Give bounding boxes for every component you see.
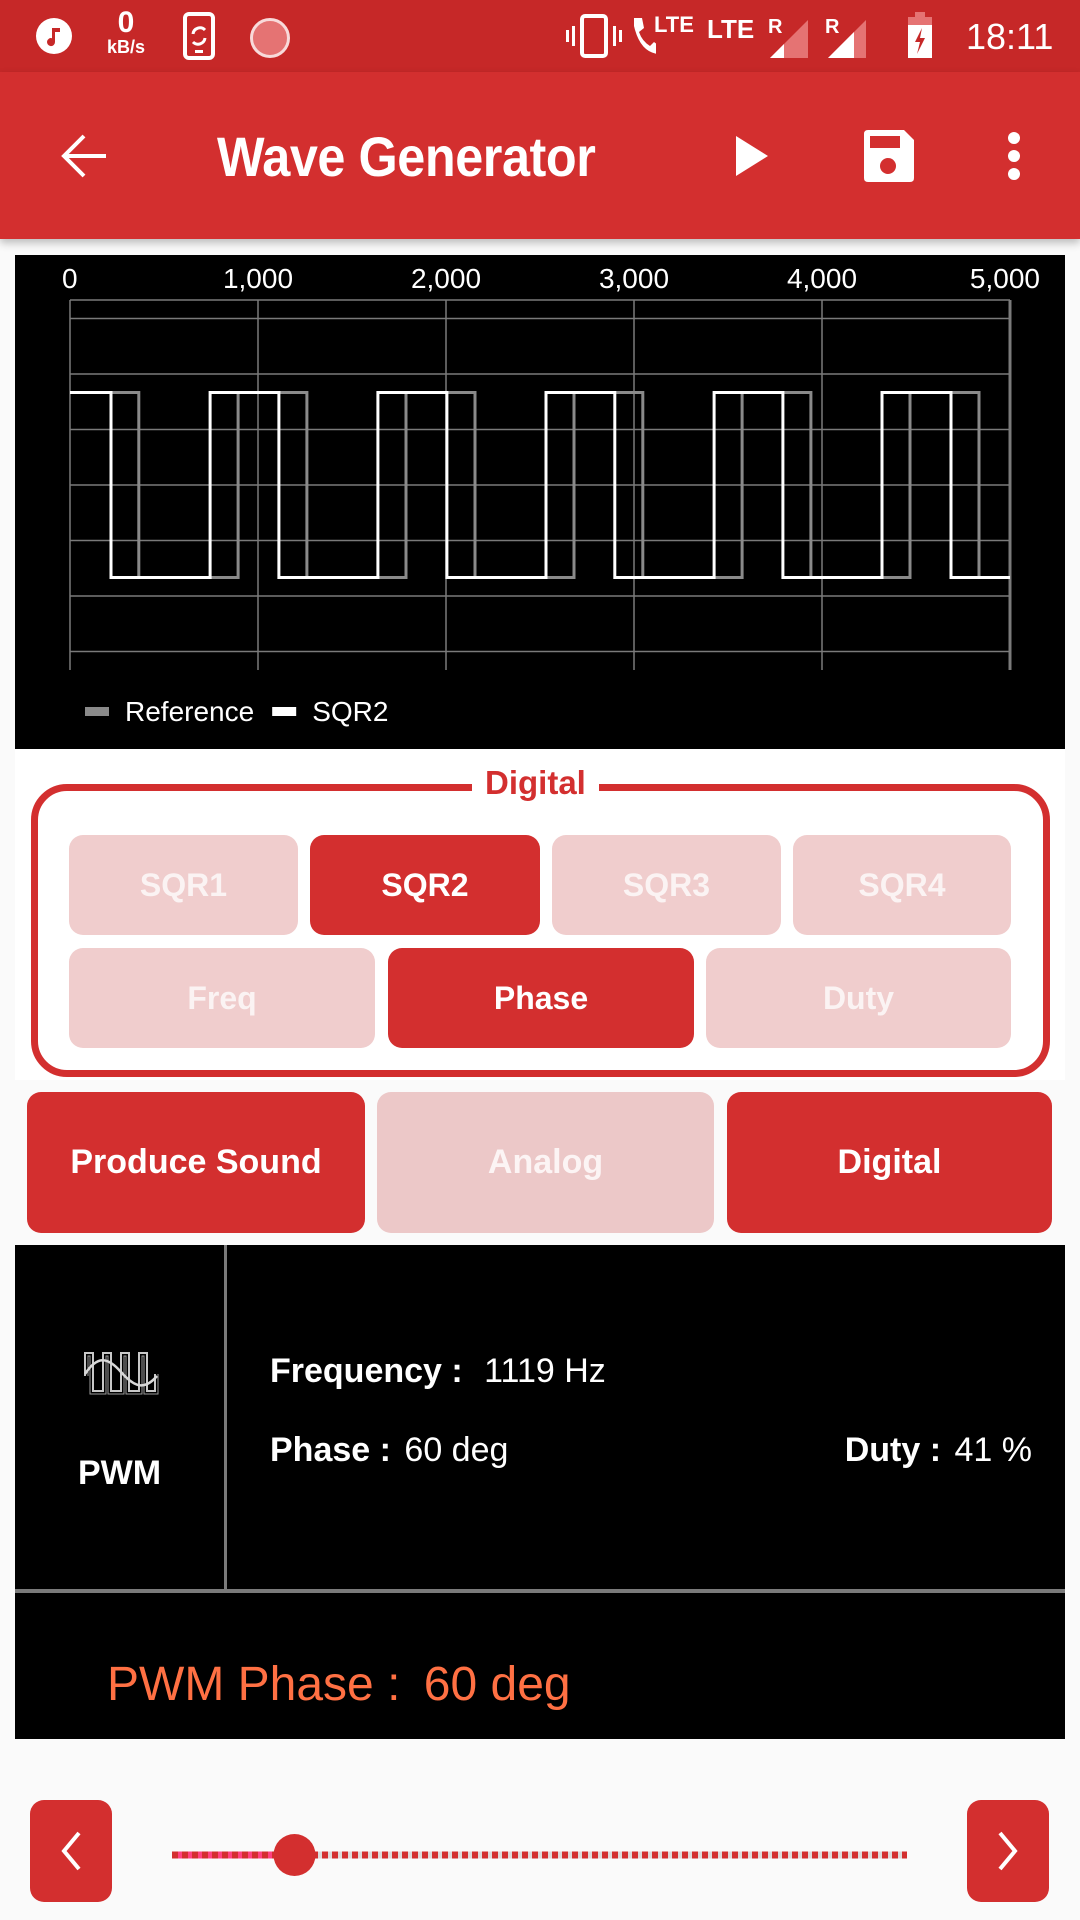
divider	[15, 1589, 1065, 1593]
x-tick-labels: 0 1,000 2,000 3,000 4,000 5,000	[62, 263, 1040, 294]
mode-button-label: Analog	[487, 1143, 604, 1181]
data-speed: 0 kB/s	[104, 6, 148, 57]
arrow-left-icon	[61, 134, 106, 178]
lte-label-1: LTE	[654, 12, 694, 37]
wave-type-label: PWM	[77, 1454, 162, 1492]
channel-button-sqr4[interactable]: SQR4	[793, 835, 1011, 935]
phase-label: Phase :	[270, 1431, 391, 1469]
property-button-freq[interactable]: Freq	[69, 948, 375, 1048]
decrement-button[interactable]	[30, 1800, 112, 1902]
more-options-button[interactable]	[990, 124, 1038, 188]
x-tick-label: 3,000	[599, 263, 669, 294]
digital-panel: Digital SQR1 SQR2 SQR3 SQR4 Freq Phase D…	[15, 749, 1065, 1080]
net-speed-value: 0	[117, 6, 135, 39]
frequency-value: 1119 Hz	[484, 1352, 606, 1390]
waveform-chart-svg: 0 1,000 2,000 3,000 4,000 5,000 Reference SQR2	[62, 263, 1040, 727]
mode-button-label: Produce Sound	[70, 1143, 322, 1181]
wave-info-panel: PWM Frequency : 1119 Hz Phase : 60 deg D…	[15, 1245, 1065, 1739]
lte-label-2: LTE	[707, 14, 755, 44]
chevron-left-icon	[61, 1831, 81, 1871]
phone-sync-icon	[182, 12, 218, 65]
play-button[interactable]	[720, 124, 784, 188]
more-vert-icon	[1008, 132, 1020, 180]
chart-legend: Reference SQR2	[85, 696, 388, 727]
channel-button-label: SQR1	[139, 866, 228, 903]
x-tick-label: 0	[62, 263, 78, 294]
loading-circle-icon	[250, 18, 290, 58]
page-title: Wave Generator	[217, 125, 596, 188]
signal-icon	[770, 20, 808, 63]
save-button[interactable]	[854, 124, 922, 188]
produce-sound-button[interactable]: Produce Sound	[27, 1092, 365, 1233]
vibrate-icon	[566, 14, 622, 63]
frequency-label: Frequency :	[270, 1352, 463, 1390]
digital-mode-button[interactable]: Digital	[727, 1092, 1052, 1233]
volte-call-icon	[632, 14, 658, 61]
legend-label-reference: Reference	[125, 696, 254, 727]
x-tick-label: 1,000	[223, 263, 293, 294]
legend-swatch-sqr2	[272, 707, 297, 716]
channel-button-sqr2[interactable]: SQR2	[310, 835, 540, 935]
x-tick-label: 2,000	[411, 263, 481, 294]
music-icon	[36, 18, 72, 54]
analog-mode-button[interactable]: Analog	[377, 1092, 714, 1233]
x-tick-label: 5,000	[970, 263, 1040, 294]
app-bar: Wave Generator	[0, 72, 1080, 239]
phase-value: 60 deg	[404, 1431, 509, 1469]
signal-icon	[828, 20, 866, 63]
play-icon	[736, 136, 768, 176]
frequency-readout: Frequency : 1119 Hz	[270, 1351, 606, 1391]
property-button-label: Duty	[822, 979, 895, 1016]
channel-button-sqr1[interactable]: SQR1	[69, 835, 298, 935]
net-speed-unit: kB/s	[106, 37, 146, 57]
channel-button-label: SQR3	[622, 866, 711, 903]
channel-button-label: SQR4	[858, 866, 946, 903]
waveform-chart: 0 1,000 2,000 3,000 4,000 5,000 Reference SQR2	[15, 255, 1065, 749]
pwm-wave-icon	[83, 1350, 159, 1401]
pwm-phase-label: PWM Phase :	[107, 1658, 401, 1711]
channel-button-label: SQR2	[381, 866, 469, 903]
chevron-right-icon	[998, 1831, 1018, 1871]
clock: 18:11	[966, 16, 1054, 57]
mode-button-label: Digital	[837, 1143, 942, 1181]
phase-slider[interactable]	[162, 1830, 917, 1880]
battery-charging-icon	[907, 12, 933, 63]
duty-readout: Duty : 41 %	[845, 1430, 1032, 1470]
duty-label: Duty :	[844, 1431, 942, 1469]
property-button-phase[interactable]: Phase	[388, 948, 694, 1048]
back-button[interactable]	[48, 124, 120, 188]
property-button-label: Phase	[493, 979, 589, 1016]
increment-button[interactable]	[967, 1800, 1049, 1902]
channel-button-sqr3[interactable]: SQR3	[552, 835, 781, 935]
pwm-phase-readout: PWM Phase : 60 deg	[107, 1655, 571, 1715]
pwm-phase-value: 60 deg	[423, 1658, 571, 1711]
x-tick-label: 4,000	[787, 263, 857, 294]
property-button-duty[interactable]: Duty	[706, 948, 1011, 1048]
property-button-label: Freq	[187, 979, 257, 1016]
legend-label-sqr2: SQR2	[312, 696, 388, 727]
phase-readout: Phase : 60 deg	[270, 1430, 508, 1470]
digital-group-title: Digital	[472, 761, 599, 805]
slider-thumb[interactable]	[273, 1834, 316, 1876]
legend-swatch-reference	[85, 707, 109, 716]
duty-value: 41 %	[954, 1431, 1033, 1469]
save-icon	[864, 130, 914, 182]
status-bar: 0 kB/s LTE LTE R R 18:11	[0, 0, 1080, 72]
divider	[224, 1245, 227, 1589]
